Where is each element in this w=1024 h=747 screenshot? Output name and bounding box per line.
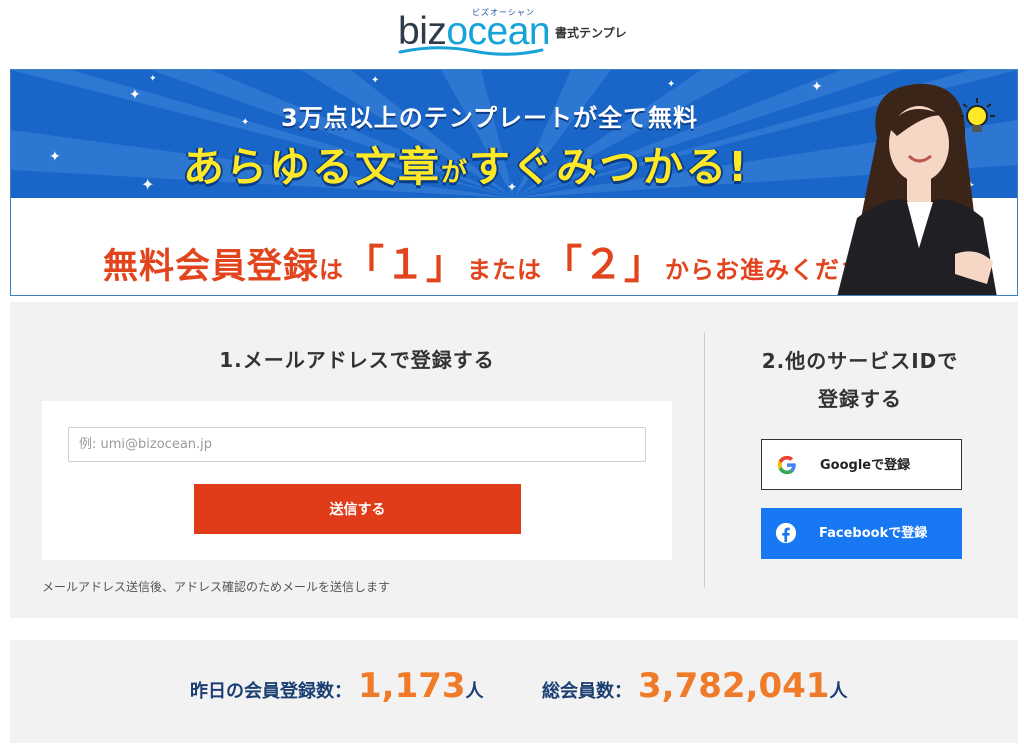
- total-members: 総会員数： 3,782,041人: [542, 666, 847, 706]
- sparkle-icon: ✦: [149, 74, 157, 84]
- facebook-register-button[interactable]: Facebookで登録: [761, 508, 962, 559]
- sparkle-icon: ✦: [129, 87, 141, 103]
- header-subtitle: 書式テンプレ: [555, 26, 627, 40]
- sparkle-icon: ✦: [667, 79, 676, 90]
- logo-wave-icon: [398, 46, 544, 56]
- email-form-card: 送信する: [42, 401, 672, 560]
- other-service-title-line2: 登録する: [818, 387, 902, 411]
- lightbulb-icon: [959, 98, 995, 132]
- total-value: 3,782,041: [638, 666, 830, 706]
- instruction-part-4: または: [467, 256, 543, 284]
- catchphrase-part-2: が: [441, 158, 470, 188]
- yesterday-value: 1,173: [358, 666, 466, 706]
- google-register-button[interactable]: Googleで登録: [761, 439, 962, 490]
- instruction-part-3: 「１」: [344, 242, 468, 288]
- other-service-title: 2.他のサービスIDで 登録する: [722, 342, 998, 418]
- instruction-part-1: 無料会員登録: [103, 247, 320, 287]
- site-header: ビズオーシャン bizocean 書式テンプレ: [0, 0, 1024, 68]
- facebook-button-label: Facebookで登録: [819, 526, 928, 541]
- sparkle-icon: ✦: [371, 75, 380, 86]
- signup-banner: ✦ ✦ ✦ ✦ ✦ ✦ ✦ ✦ ✦ ✦ ✦ 3万点以上のテンプレートが全て無料 …: [10, 69, 1018, 296]
- total-unit: 人: [829, 681, 848, 702]
- facebook-icon: [775, 522, 797, 544]
- yesterday-unit: 人: [465, 681, 484, 702]
- submit-button[interactable]: 送信する: [194, 484, 521, 534]
- sparkle-icon: ✦: [811, 79, 823, 95]
- banner-instruction: 無料会員登録は「１」または「２」からお進みください: [103, 232, 890, 290]
- member-stats: 昨日の会員登録数： 1,173人 総会員数： 3,782,041人: [10, 640, 1018, 743]
- instruction-part-2: は: [319, 256, 345, 284]
- yesterday-registrations: 昨日の会員登録数： 1,173人: [190, 666, 484, 706]
- sparkle-icon: ✦: [141, 175, 155, 194]
- other-service-title-line1: 2.他のサービスIDで: [761, 349, 959, 373]
- registration-panel: 1.メールアドレスで登録する 送信する メールアドレス送信後、アドレス確認のため…: [10, 302, 1018, 618]
- total-label: 総会員数：: [542, 681, 632, 702]
- catchphrase-part-1: あらゆる文章: [183, 143, 441, 191]
- banner-catchphrase: あらゆる文章がすぐみつかる!: [183, 133, 749, 193]
- sparkle-icon: ✦: [241, 117, 250, 128]
- email-register-title: 1.メールアドレスで登録する: [219, 348, 495, 372]
- instruction-part-5: 「２」: [542, 242, 666, 288]
- google-icon: [777, 455, 796, 475]
- catchphrase-part-3: すぐみつかる!: [469, 143, 749, 191]
- google-button-label: Googleで登録: [820, 458, 911, 473]
- banner-headline: 3万点以上のテンプレートが全て無料: [281, 104, 698, 132]
- bizocean-logo[interactable]: ビズオーシャン bizocean: [398, 4, 551, 60]
- yesterday-label: 昨日の会員登録数：: [190, 681, 352, 702]
- email-field[interactable]: [68, 427, 646, 462]
- sparkle-icon: ✦: [49, 149, 61, 165]
- email-note: メールアドレス送信後、アドレス確認のためメールを送信します: [42, 580, 391, 594]
- column-divider: [704, 332, 705, 588]
